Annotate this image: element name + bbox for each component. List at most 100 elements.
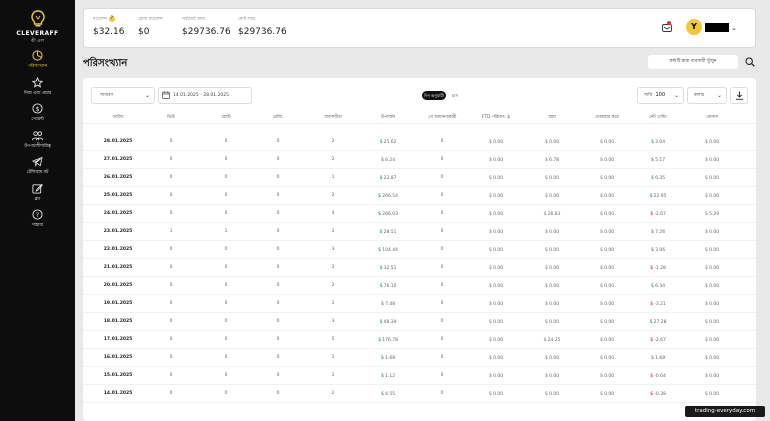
- table-cell-regs: 0: [276, 283, 280, 288]
- rows-value: 100: [655, 92, 666, 98]
- table-cell-bonus: $0.00: [705, 283, 719, 289]
- sidebar-item-promo[interactable]: নিজ এবং প্রচার: [0, 76, 75, 104]
- currency-symbol: $: [378, 247, 382, 253]
- column-header[interactable]: ১ম আমানতকারী: [428, 114, 457, 121]
- help-icon[interactable]: ?: [108, 16, 115, 22]
- table-cell-net: $1.68: [651, 355, 665, 361]
- table-cell-ftd: $0.00: [489, 337, 503, 343]
- currency-symbol: $: [704, 175, 709, 181]
- table-cell-hosts: 0: [224, 139, 228, 144]
- cell-value: 0.00: [604, 176, 615, 181]
- table-cell-earn: $22.87: [379, 175, 396, 181]
- column-header[interactable]: বোনাস: [706, 114, 718, 121]
- column-header[interactable]: ভিউ: [167, 114, 175, 121]
- table-cell-date: 22.01.2025: [103, 247, 133, 252]
- currency-symbol: $: [544, 139, 549, 145]
- stat-value: $32.16: [93, 27, 125, 37]
- currency-symbol: $: [704, 301, 709, 307]
- table-cell-first: 0: [440, 283, 444, 288]
- column-header[interactable]: তারিখ: [113, 114, 124, 121]
- table-cell-net: $6.34: [651, 283, 665, 289]
- table-cell-net: $-3.21: [650, 301, 666, 307]
- table-cell-ftd: $0.00: [489, 193, 503, 199]
- currency-symbol: $: [650, 157, 655, 163]
- table-cell-first: 0: [440, 265, 444, 270]
- username-redacted[interactable]: [705, 23, 729, 32]
- cell-value: 0.00: [493, 266, 504, 271]
- currency-symbol: $: [544, 265, 549, 271]
- table-cell-bonus: $0.00: [705, 319, 719, 325]
- table-cell-bonus: $0.00: [705, 301, 719, 307]
- currency-symbol: $: [599, 193, 604, 199]
- currency-symbol: $: [379, 265, 383, 271]
- column-header[interactable]: প্রত্যাহার করে: [595, 114, 618, 121]
- cell-value: 0.00: [493, 140, 504, 145]
- toggle-day[interactable]: দিন অনুযায়ী: [422, 91, 446, 100]
- table-cell-views: 0: [169, 139, 173, 144]
- cell-value: 0.00: [493, 374, 504, 379]
- table-cell-hosts: 0: [224, 265, 228, 270]
- table-cell-dep: $0.00: [545, 301, 559, 307]
- rows-per-page-select[interactable]: সারি 100 ⌄: [637, 87, 684, 104]
- sidebar-item-blog[interactable]: ব্লগ: [0, 183, 75, 210]
- table-cell-dep: $0.00: [545, 319, 559, 325]
- table-cell-wd: $0.00: [600, 337, 614, 343]
- column-header[interactable]: হোস্ট: [221, 114, 230, 121]
- currency-symbol: $: [544, 355, 549, 361]
- table-cell-bonus: $0.00: [705, 373, 719, 379]
- sidebar-item-help[interactable]: ? সাহায্য: [0, 209, 75, 236]
- column-header[interactable]: জমা: [548, 114, 555, 121]
- download-button[interactable]: [730, 87, 748, 104]
- cell-value: 0.00: [604, 338, 615, 343]
- currency-symbol: $: [378, 193, 382, 199]
- currency-symbol: $: [704, 157, 709, 163]
- currency-symbol: $: [379, 229, 383, 235]
- toggle-month[interactable]: মাস: [449, 91, 461, 100]
- currency-symbol: $: [544, 301, 549, 307]
- columns-select[interactable]: কলাম ⌄: [687, 87, 727, 104]
- chevron-down-icon: ⌄: [673, 92, 679, 99]
- column-header[interactable]: উপার্জন: [381, 114, 395, 121]
- column-header[interactable]: FTD পরিমাণ, $: [482, 114, 510, 121]
- table-cell-first: 0: [440, 373, 444, 378]
- column-header[interactable]: নেট গেমিং: [649, 114, 667, 121]
- column-header[interactable]: ব্যবসায়ীরা: [324, 114, 341, 121]
- table-cell-bonus: $0.00: [705, 193, 719, 199]
- table-cell-wd: $0.00: [600, 391, 614, 397]
- chevron-down-icon[interactable]: ⌄: [731, 24, 737, 32]
- cell-value: 0.00: [604, 320, 615, 325]
- search-icon[interactable]: [745, 57, 755, 67]
- sidebar-item-top-partners[interactable]: টপ-অংশীদারিত্ব: [0, 130, 75, 157]
- currency-symbol: $: [650, 247, 655, 253]
- currency-symbol: $: [599, 355, 604, 361]
- cell-value: 0.00: [493, 356, 504, 361]
- report-type-select[interactable]: সাধারণ ⌄: [91, 87, 155, 104]
- table-cell-regs: 0: [276, 265, 280, 270]
- logo[interactable]: CLEVERAFF কী এল: [0, 10, 75, 45]
- download-icon: [736, 91, 743, 100]
- cell-value: 0.00: [493, 248, 504, 253]
- table-cell-dep: $0.00: [545, 283, 559, 289]
- table-row: 17.01.2025 0 0 0 5 $176.78 0 $0.00 $24.25 $0.00 $-…: [83, 331, 756, 349]
- cell-value: 0.00: [604, 356, 615, 361]
- table-cell-date: 16.01.2025: [103, 355, 133, 360]
- table-cell-hosts: 0: [224, 391, 228, 396]
- column-header[interactable]: রেজি.: [273, 114, 284, 121]
- cell-value: 7.26: [655, 230, 666, 235]
- currency-symbol: $: [488, 301, 493, 307]
- table-cell-hosts: 0: [224, 283, 228, 288]
- avatar[interactable]: Y: [686, 19, 702, 35]
- sidebar-item-statistics[interactable]: পরিসংখ্যান: [0, 50, 75, 77]
- trader-search-button[interactable]: কমিটি দ্বারা ব্যবসায়ী খুঁজুন: [648, 55, 738, 69]
- sidebar-item-telegram-bot[interactable]: টেলিগ্রাম বট: [0, 156, 75, 183]
- table-row: 27.01.2025 0 0 0 2 $6.24 0 $0.00 $6.78 $0.00 $5.17…: [83, 151, 756, 169]
- cell-value: 1.68: [655, 356, 666, 361]
- currency-symbol: $: [488, 265, 493, 271]
- date-range-picker[interactable]: 14.01.2025 - 28.01.2025: [158, 87, 252, 104]
- table-cell-traders: 2: [331, 157, 335, 162]
- table-cell-earn: $104.44: [378, 247, 398, 253]
- currency-symbol: $: [650, 283, 655, 289]
- sidebar-item-payments[interactable]: $ পেমেন্ট: [0, 103, 75, 130]
- currency-symbol: $: [544, 373, 549, 379]
- rows-label: সারি: [644, 93, 653, 98]
